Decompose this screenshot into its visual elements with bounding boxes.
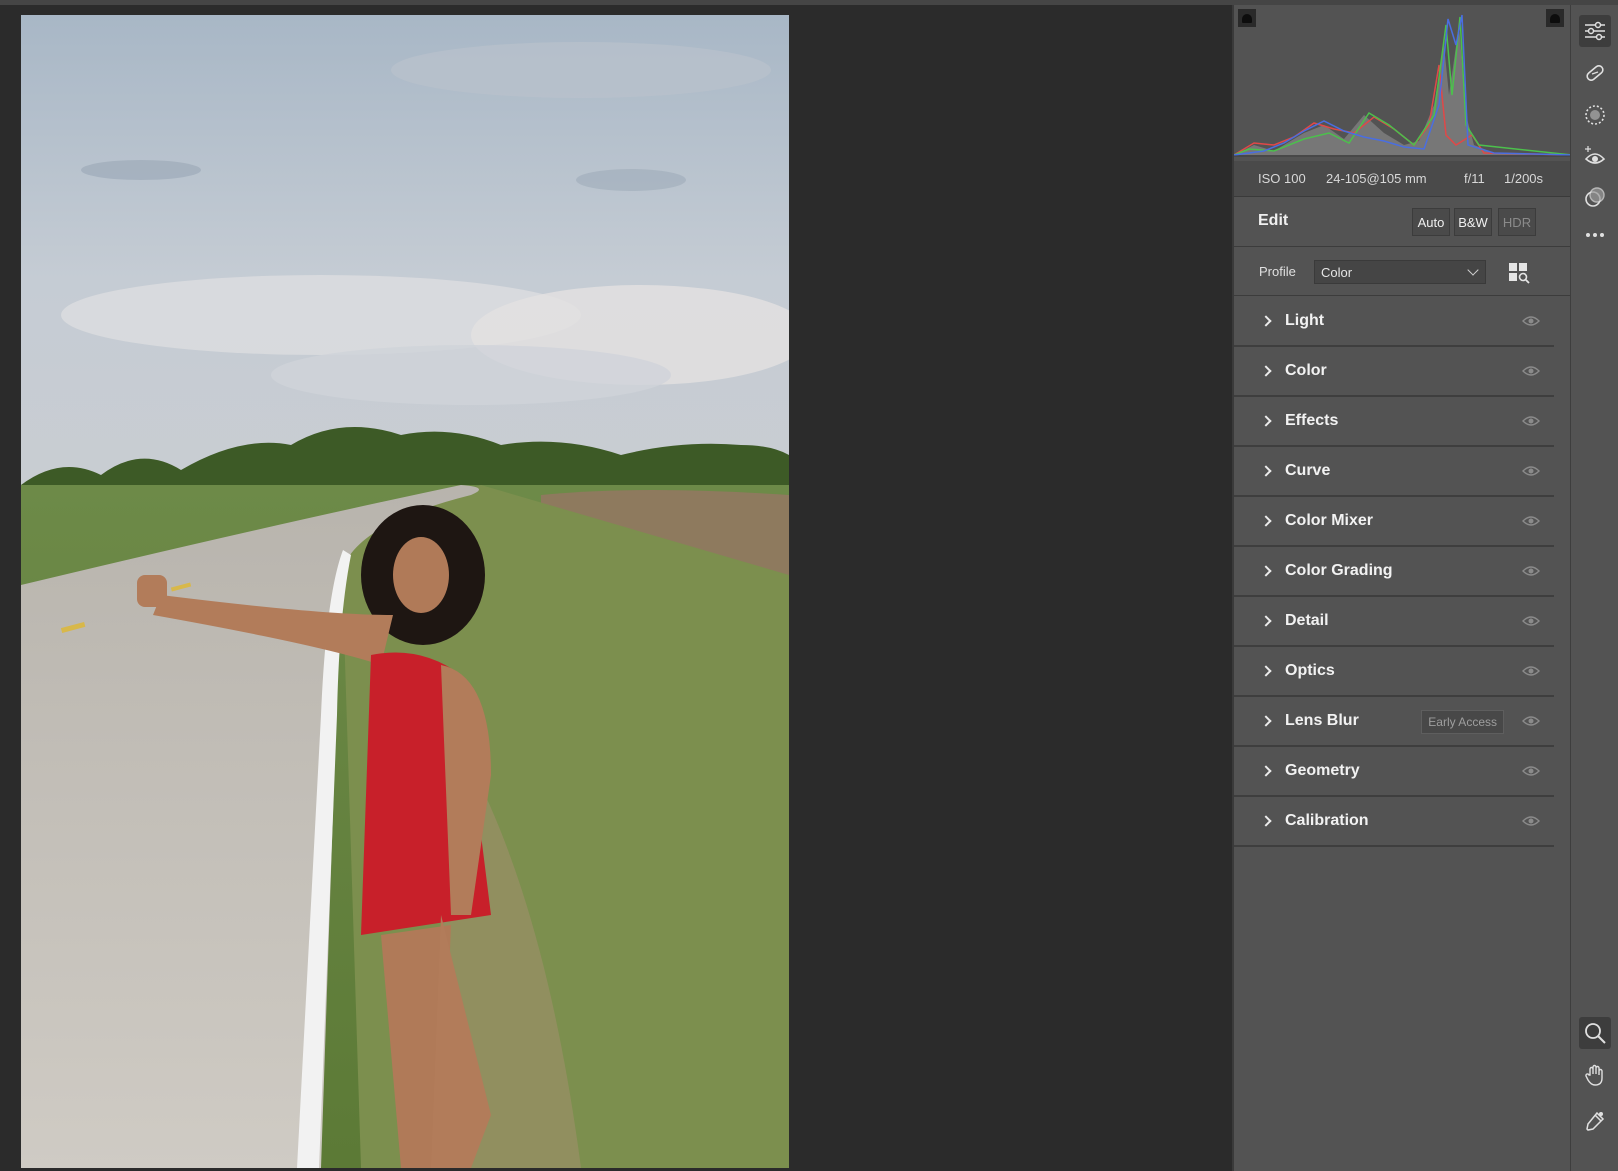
highlight-clipping-toggle[interactable] <box>1546 9 1564 27</box>
sliders-icon <box>1585 21 1605 41</box>
red-eye-tool-button[interactable] <box>1579 141 1611 173</box>
section-effects[interactable]: Effects <box>1234 397 1554 447</box>
eyedropper-icon <box>1586 1111 1605 1131</box>
edit-title: Edit <box>1258 212 1289 229</box>
presets-tool-button[interactable] <box>1579 181 1611 213</box>
more-tools-button[interactable] <box>1579 219 1611 251</box>
section-label: Color <box>1285 362 1327 379</box>
iso-value: ISO 100 <box>1258 171 1306 186</box>
section-color[interactable]: Color <box>1234 347 1554 397</box>
histogram[interactable] <box>1234 5 1572 158</box>
section-calibration[interactable]: Calibration <box>1234 797 1554 847</box>
section-label: Light <box>1285 312 1325 329</box>
more-icon <box>1586 233 1604 237</box>
profile-row: Profile Color <box>1234 248 1572 296</box>
chevron-right-icon <box>1260 765 1272 777</box>
eye-icon[interactable] <box>1522 714 1540 728</box>
red-eye-icon <box>1584 146 1606 164</box>
chevron-right-icon <box>1260 715 1272 727</box>
section-label: Color Mixer <box>1285 512 1374 529</box>
profile-label: Profile <box>1259 264 1296 279</box>
section-label: Detail <box>1285 612 1329 629</box>
eye-icon[interactable] <box>1522 414 1540 428</box>
eye-icon[interactable] <box>1522 464 1540 478</box>
chevron-right-icon <box>1260 665 1272 677</box>
chevron-right-icon <box>1260 465 1272 477</box>
photo-preview[interactable] <box>21 15 789 1168</box>
eye-icon[interactable] <box>1522 514 1540 528</box>
chevron-right-icon <box>1260 315 1272 327</box>
chevron-right-icon <box>1260 415 1272 427</box>
tool-strip <box>1570 5 1618 1171</box>
edit-header: Edit Auto B&W HDR <box>1234 197 1572 247</box>
section-label: Curve <box>1285 462 1331 479</box>
early-access-badge: Early Access <box>1421 710 1504 734</box>
hand-icon <box>1585 1064 1603 1086</box>
section-detail[interactable]: Detail <box>1234 597 1554 647</box>
chevron-right-icon <box>1260 515 1272 527</box>
aperture-value: f/11 <box>1464 171 1485 186</box>
section-label: Effects <box>1285 412 1339 429</box>
section-color-mixer[interactable]: Color Mixer <box>1234 497 1554 547</box>
zoom-icon <box>1585 1023 1606 1044</box>
eye-icon[interactable] <box>1522 614 1540 628</box>
image-canvas[interactable] <box>0 5 1232 1171</box>
section-label: Lens Blur <box>1285 712 1359 729</box>
masking-tool-button[interactable] <box>1579 99 1611 131</box>
presets-icon <box>1585 187 1605 207</box>
section-color-grading[interactable]: Color Grading <box>1234 547 1554 597</box>
exif-info: ISO 100 24-105@105 mm f/11 1/200s <box>1234 161 1572 197</box>
edit-sections: Light Color Effects Curve Color Mixer Co… <box>1234 297 1554 847</box>
chevron-right-icon <box>1260 815 1272 827</box>
photo-image <box>21 15 789 1168</box>
section-label: Optics <box>1285 662 1335 679</box>
bw-button[interactable]: B&W <box>1454 208 1492 236</box>
hand-tool-button[interactable] <box>1579 1059 1611 1091</box>
edit-tool-button[interactable] <box>1579 15 1611 47</box>
chevron-down-icon <box>1467 264 1479 276</box>
hdr-button[interactable]: HDR <box>1498 208 1536 236</box>
histogram-graph <box>1234 5 1572 158</box>
healing-tool-button[interactable] <box>1579 57 1611 89</box>
zoom-tool-button[interactable] <box>1579 1017 1611 1049</box>
section-label: Color Grading <box>1285 562 1393 579</box>
masking-icon <box>1585 105 1605 125</box>
section-lens-blur[interactable]: Lens Blur Early Access <box>1234 697 1554 747</box>
section-light[interactable]: Light <box>1234 297 1554 347</box>
section-label: Calibration <box>1285 812 1369 829</box>
chevron-right-icon <box>1260 365 1272 377</box>
section-curve[interactable]: Curve <box>1234 447 1554 497</box>
eye-icon[interactable] <box>1522 364 1540 378</box>
chevron-right-icon <box>1260 615 1272 627</box>
auto-button[interactable]: Auto <box>1412 208 1450 236</box>
edit-panel: ISO 100 24-105@105 mm f/11 1/200s Edit A… <box>1232 5 1572 1171</box>
section-label: Geometry <box>1285 762 1360 779</box>
eye-icon[interactable] <box>1522 814 1540 828</box>
eye-icon[interactable] <box>1522 564 1540 578</box>
shutter-value: 1/200s <box>1504 171 1544 186</box>
eye-icon[interactable] <box>1522 314 1540 328</box>
eye-icon[interactable] <box>1522 664 1540 678</box>
profile-dropdown[interactable]: Color <box>1314 260 1486 284</box>
healing-icon <box>1586 64 1604 82</box>
chevron-right-icon <box>1260 565 1272 577</box>
section-optics[interactable]: Optics <box>1234 647 1554 697</box>
shadow-clipping-toggle[interactable] <box>1238 9 1256 27</box>
section-geometry[interactable]: Geometry <box>1234 747 1554 797</box>
profile-value: Color <box>1321 265 1353 280</box>
lens-value: 24-105@105 mm <box>1326 171 1427 186</box>
eye-icon[interactable] <box>1522 764 1540 778</box>
profile-browser-icon[interactable] <box>1508 262 1530 284</box>
eyedropper-tool-button[interactable] <box>1579 1105 1611 1137</box>
